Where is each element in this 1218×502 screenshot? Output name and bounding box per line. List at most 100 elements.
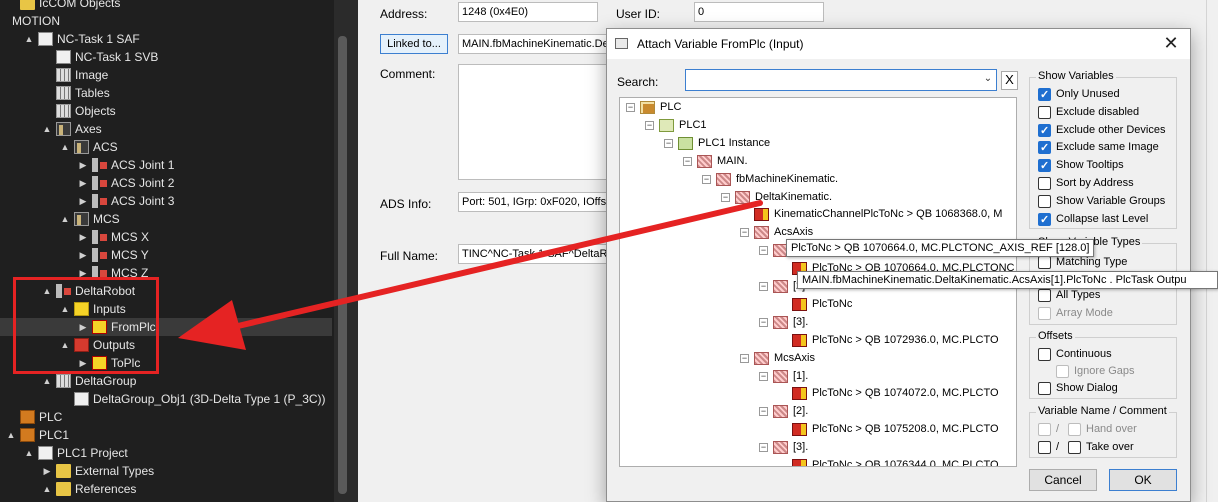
collapse-icon[interactable]: ▲: [60, 210, 70, 228]
show-variables-option-label: Sort by Address: [1056, 177, 1134, 189]
tree-item[interactable]: ▲ MCS: [0, 210, 332, 228]
folder-icon: [20, 0, 35, 10]
tree-item[interactable]: ▶ MCS X: [0, 228, 332, 246]
variable-tree-item[interactable]: − [2].: [620, 403, 1016, 420]
tree-item[interactable]: ▲ PLC1 Project: [0, 444, 332, 462]
tree-item[interactable]: NC-Task 1 SVB: [0, 48, 332, 66]
expand-icon[interactable]: ▶: [78, 192, 88, 210]
unchecked-checkbox-icon[interactable]: [1038, 194, 1051, 208]
tree-item[interactable]: ▲ PLC1: [0, 426, 332, 444]
variable-tree-item[interactable]: − [3].: [620, 439, 1016, 456]
collapse-icon[interactable]: −: [759, 282, 768, 291]
collapse-icon[interactable]: ▲: [6, 426, 16, 444]
collapse-icon[interactable]: −: [683, 156, 692, 166]
varin-variable-icon: [792, 297, 807, 311]
cancel-button[interactable]: Cancel: [1029, 469, 1097, 491]
collapse-icon[interactable]: −: [759, 443, 768, 453]
tree-item[interactable]: Objects: [0, 102, 332, 120]
joint-icon: [92, 176, 107, 190]
checked-checkbox-icon[interactable]: [1038, 158, 1051, 174]
tree-item[interactable]: ▲ NC-Task 1 SAF: [0, 30, 332, 48]
tree-item-label: ACS Joint 3: [111, 194, 175, 208]
expand-icon[interactable]: ▶: [42, 462, 52, 480]
tree-item[interactable]: ▶ ACS Joint 1: [0, 156, 332, 174]
expand-icon[interactable]: ▶: [78, 246, 88, 264]
tree-item[interactable]: ▲ DeltaGroup: [0, 372, 332, 390]
address-field[interactable]: 1248 (0x4E0): [458, 2, 598, 22]
variable-tree-item[interactable]: − PLC: [620, 99, 1016, 116]
collapse-icon[interactable]: ▲: [24, 30, 34, 48]
collapse-icon[interactable]: −: [759, 371, 768, 381]
variable-tree-item[interactable]: PlcToNc > QB 1072936.0, MC.PLCTO: [620, 332, 1016, 349]
tree-item-label: IcCOM Objects: [39, 0, 121, 10]
variable-tree-item[interactable]: PlcToNc: [620, 296, 1016, 313]
expand-icon[interactable]: ▶: [78, 156, 88, 174]
comment-field[interactable]: [458, 64, 608, 180]
collapse-icon[interactable]: −: [740, 228, 749, 238]
tree-item[interactable]: ▲ ACS: [0, 138, 332, 156]
collapse-icon[interactable]: −: [759, 246, 768, 256]
tree-item[interactable]: ▶ External Types: [0, 462, 332, 480]
collapse-icon[interactable]: −: [759, 407, 768, 417]
variable-tree-item[interactable]: − PLC1: [620, 117, 1016, 134]
collapse-icon[interactable]: ▲: [42, 372, 52, 390]
tree-scrollbar[interactable]: [334, 0, 358, 502]
variable-tree-item[interactable]: PlcToNc > QB 1074072.0, MC.PLCTO: [620, 385, 1016, 402]
clear-search-button[interactable]: X: [1001, 71, 1018, 90]
tree-item[interactable]: DeltaGroup_Obj1 (3D-Delta Type 1 (P_3C)): [0, 390, 332, 408]
variable-tree-item[interactable]: PlcToNc > QB 1076344.0, MC.PLCTO: [620, 457, 1016, 466]
collapse-icon[interactable]: −: [626, 103, 635, 112]
variable-tree-item[interactable]: − fbMachineKinematic.: [620, 171, 1016, 188]
checked-checkbox-icon[interactable]: [1038, 87, 1051, 103]
tree-item[interactable]: MOTION: [0, 12, 332, 30]
form-scrollbar[interactable]: [1206, 0, 1218, 502]
tree-item[interactable]: ▲ Axes: [0, 120, 332, 138]
ok-button[interactable]: OK: [1109, 469, 1177, 491]
tree-item[interactable]: Image: [0, 66, 332, 84]
tree-item[interactable]: ▶ ACS Joint 2: [0, 174, 332, 192]
tree-item[interactable]: ▲ References: [0, 480, 332, 498]
userid-field[interactable]: 0: [694, 2, 824, 22]
variable-tree-item[interactable]: − [3].: [620, 314, 1016, 331]
collapse-icon[interactable]: −: [721, 192, 730, 202]
collapse-icon[interactable]: −: [759, 317, 768, 327]
tree-item[interactable]: ▶ ACS Joint 3: [0, 192, 332, 210]
variable-tree-item[interactable]: − PLC1 Instance: [620, 135, 1016, 152]
collapse-icon[interactable]: ▲: [60, 138, 70, 156]
linked-to-field[interactable]: MAIN.fbMachineKinematic.De: [458, 34, 608, 54]
variable-tree-item[interactable]: − [1].: [620, 368, 1016, 385]
search-input[interactable]: [685, 69, 997, 91]
tree-item[interactable]: ▶ MCS Y: [0, 246, 332, 264]
struct-variable-icon: [773, 441, 788, 455]
collapse-icon[interactable]: ▲: [24, 444, 34, 462]
expand-icon[interactable]: ▶: [78, 174, 88, 192]
variable-tree-item[interactable]: − MAIN.: [620, 153, 1016, 170]
tree-item[interactable]: PLC: [0, 408, 332, 426]
tree-item[interactable]: Tables: [0, 84, 332, 102]
collapse-icon[interactable]: −: [702, 174, 711, 184]
tree-item[interactable]: IcCOM Objects: [0, 0, 332, 12]
checked-checkbox-icon[interactable]: [1038, 140, 1051, 156]
variable-tree-item[interactable]: − McsAxis: [620, 350, 1016, 367]
expand-icon[interactable]: ▶: [78, 228, 88, 246]
unchecked-checkbox-icon[interactable]: [1038, 105, 1051, 119]
scrollbar-thumb[interactable]: [338, 36, 347, 494]
chevron-down-icon[interactable]: ⌄: [981, 73, 995, 87]
collapse-icon[interactable]: ▲: [42, 120, 52, 138]
collapse-icon[interactable]: −: [740, 353, 749, 363]
tree-item-label: PLC1: [39, 428, 70, 442]
show-variables-title: Show Variables: [1036, 70, 1116, 82]
unchecked-checkbox-icon[interactable]: [1038, 177, 1051, 190]
variable-tree-item[interactable]: KinematicChannelPlcToNc > QB 1068368.0, …: [620, 206, 1016, 223]
checked-checkbox-icon[interactable]: [1038, 123, 1051, 139]
collapse-icon[interactable]: −: [664, 138, 673, 148]
collapse-icon[interactable]: ▲: [42, 480, 52, 498]
close-icon[interactable]: ✕: [1162, 34, 1180, 52]
checked-checkbox-icon[interactable]: [1038, 212, 1051, 228]
collapse-icon[interactable]: −: [645, 120, 654, 130]
linked-to-button[interactable]: Linked to...: [380, 34, 448, 54]
tree-item-label: ACS Joint 2: [111, 176, 175, 190]
plc-icon: [20, 428, 35, 442]
variable-tree-item[interactable]: − DeltaKinematic.: [620, 189, 1016, 206]
variable-tree-item[interactable]: PlcToNc > QB 1075208.0, MC.PLCTO: [620, 421, 1016, 438]
